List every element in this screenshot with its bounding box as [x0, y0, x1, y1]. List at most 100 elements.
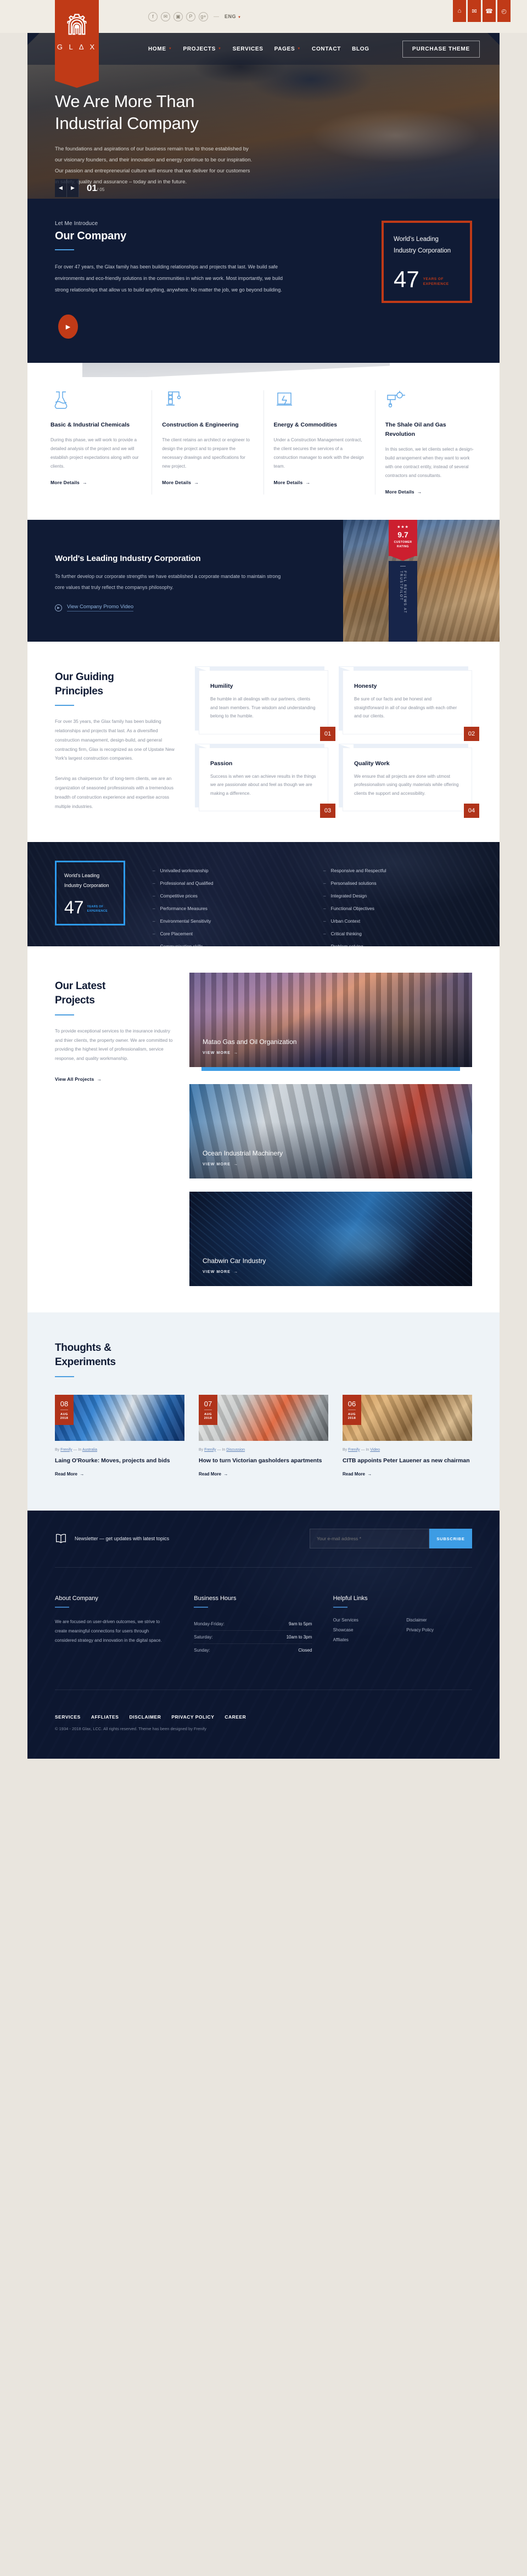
instagram-icon[interactable]: ▣: [173, 12, 183, 21]
company-shadow: [82, 363, 390, 378]
post-title: CITB appoints Peter Lauener as new chair…: [343, 1457, 470, 1464]
pinterest-icon[interactable]: P: [186, 12, 195, 21]
promo-video-link[interactable]: ▶ View Company Promo Video: [55, 604, 316, 612]
principle-card-honesty: Honesty Be sure of our facts and be hone…: [343, 670, 479, 741]
social-links: f ✉ ▣ P g+: [148, 12, 208, 21]
site-logo[interactable]: G L Δ X: [55, 0, 99, 88]
principles-title: Our Guiding Principles: [55, 671, 114, 697]
read-more-link[interactable]: Read More →: [343, 1472, 472, 1477]
service-title: Basic & Industrial Chemicals: [51, 422, 130, 429]
post-author-link[interactable]: Frenify: [348, 1448, 360, 1452]
footer-link-privacy-policy[interactable]: Privacy Policy: [406, 1627, 472, 1632]
corporation-photo: [343, 519, 500, 642]
service-card-chemicals[interactable]: Basic & Industrial Chemicals During this…: [41, 390, 153, 495]
post-author-link[interactable]: Frenify: [60, 1448, 72, 1452]
list-item: – Problem solving: [323, 943, 363, 947]
list-item: – Responsive and Respectful: [323, 867, 386, 873]
service-card-energy[interactable]: Energy & Commodities Under a Constructio…: [264, 390, 375, 495]
nav-item-pages[interactable]: PAGES ▼: [274, 46, 301, 52]
prev-slide-button[interactable]: ◀: [55, 179, 67, 197]
footer-nav-privacy-policy[interactable]: PRIVACY POLICY: [171, 1714, 214, 1720]
google-plus-icon[interactable]: g+: [199, 12, 208, 21]
list-item: – Personalised solutions: [323, 880, 377, 886]
more-details-link[interactable]: More Details →: [385, 489, 476, 495]
project-item[interactable]: Ocean Industrial Machinery VIEW MORE →: [189, 1084, 472, 1179]
service-card-shale[interactable]: The Shale Oil and Gas Revolution In this…: [375, 390, 486, 495]
nav-item-projects[interactable]: PROJECTS ▼: [183, 46, 221, 52]
service-title: The Shale Oil and Gas Revolution: [385, 422, 446, 438]
facebook-icon[interactable]: f: [148, 12, 158, 21]
principle-card-humility: Humility Be humble in all dealings with …: [199, 670, 335, 741]
service-card-construction[interactable]: Construction & Engineering The client re…: [152, 390, 264, 495]
gear-logo-icon: [67, 14, 87, 35]
project-item[interactable]: Chabwin Car Industry VIEW MORE →: [189, 1192, 472, 1287]
footer-link-showcase[interactable]: Showcase: [333, 1627, 399, 1632]
post-category-link[interactable]: Discussion: [226, 1448, 245, 1452]
nav-item-contact[interactable]: CONTACT: [312, 46, 341, 52]
footer-link-disclaimer[interactable]: Disclaimer: [406, 1618, 472, 1623]
principles-paragraph-2: Serving as chairperson for of long-term …: [55, 776, 174, 809]
site-footer: Newsletter — get updates with latest top…: [27, 1510, 500, 1759]
more-details-link[interactable]: More Details →: [274, 480, 365, 485]
clock-icon[interactable]: ◴: [497, 0, 511, 22]
footer-nav-services[interactable]: SERVICES: [55, 1714, 81, 1720]
project-title: Ocean Industrial Machinery: [203, 1149, 283, 1158]
next-slide-button[interactable]: ▶: [67, 179, 79, 197]
footer-link-affliates[interactable]: Affliates: [333, 1637, 399, 1642]
more-details-link[interactable]: More Details →: [162, 480, 253, 485]
principle-title: Humility: [210, 682, 233, 689]
company-paragraph: For over 47 years, the Glax family has b…: [55, 264, 283, 293]
post-author-link[interactable]: Frenify: [204, 1448, 216, 1452]
mail-icon[interactable]: ✉: [468, 0, 481, 22]
read-more-link[interactable]: Read More →: [199, 1472, 328, 1477]
more-details-link[interactable]: More Details →: [51, 480, 142, 485]
twitter-icon[interactable]: ✉: [161, 12, 170, 21]
post-category-link[interactable]: Video: [370, 1448, 380, 1452]
view-all-projects-link[interactable]: View All Projects →: [55, 1076, 173, 1082]
stats-experience-badge: World's Leading Industry Corporation 47 …: [55, 861, 125, 926]
nav-item-home[interactable]: HOME ▼: [148, 46, 172, 52]
blog-section: Thoughts & Experiments 08 AUG 2018 By Fre…: [27, 1312, 500, 1511]
view-more-link[interactable]: VIEW MORE →: [203, 1050, 296, 1055]
purchase-theme-button[interactable]: PURCHASE THEME: [402, 41, 480, 58]
hero-content: We Are More Than Industrial Company The f…: [55, 91, 362, 188]
email-input[interactable]: [310, 1529, 429, 1549]
read-more-link[interactable]: Read More →: [55, 1472, 184, 1477]
principle-text: Be humble in all dealings with our partn…: [210, 696, 316, 719]
project-item[interactable]: Matao Gas and Oil Organization VIEW MORE…: [189, 973, 472, 1071]
view-more-link[interactable]: VIEW MORE →: [203, 1269, 266, 1274]
footer-about: About Company We are focused on user-dri…: [55, 1595, 194, 1657]
language-selector[interactable]: ENG ▼: [225, 14, 241, 19]
play-video-button[interactable]: ▶: [58, 315, 78, 339]
post-category-link[interactable]: Australia: [82, 1448, 97, 1452]
footer-nav: SERVICES AFFLIATES DISCLAIMER PRIVACY PO…: [55, 1714, 472, 1720]
principle-text: We ensure that all projects are done wit…: [354, 773, 459, 796]
nav-item-blog[interactable]: BLOG: [352, 46, 369, 52]
footer-nav-disclaimer[interactable]: DISCLAIMER: [129, 1714, 161, 1720]
footer-nav-career[interactable]: CAREER: [225, 1714, 246, 1720]
blog-post[interactable]: 07 AUG 2018 By Frenify — In Discussion H…: [199, 1394, 328, 1477]
principle-title: Honesty: [354, 682, 377, 689]
chevron-down-icon: ▼: [217, 47, 222, 50]
blog-post[interactable]: 06 AUG 2018 By Frenify — In Video CITB a…: [343, 1394, 472, 1477]
projects-paragraph: To provide exceptional services to the i…: [55, 1028, 173, 1062]
quick-actions: ⌂ ✉ ☎ ◴: [453, 0, 511, 22]
home-icon[interactable]: ⌂: [453, 0, 466, 22]
nav-item-services[interactable]: SERVICES: [233, 46, 264, 52]
trustpilot-ribbon[interactable]: ★★★ 9.7 CUSTOMER RATING FULL REVIEWS AT T…: [389, 519, 417, 642]
footer-link-our-services[interactable]: Our Services: [333, 1618, 399, 1623]
post-thumbnail: 06 AUG 2018: [343, 1394, 472, 1441]
subscribe-button[interactable]: SUBSCRIBE: [429, 1529, 472, 1549]
blog-post[interactable]: 08 AUG 2018 By Frenify — In Australia La…: [55, 1394, 184, 1477]
post-title: How to turn Victorian gasholders apartme…: [199, 1457, 322, 1464]
post-title: Laing O'Rourke: Moves, projects and bids: [55, 1457, 170, 1464]
phone-icon[interactable]: ☎: [483, 0, 496, 22]
footer-nav-affliates[interactable]: AFFLIATES: [91, 1714, 119, 1720]
badge-number: 47: [394, 266, 419, 292]
list-item: – Communication skills: [153, 943, 203, 947]
list-item: – Environmental Sensitivity: [153, 918, 211, 924]
chevron-down-icon: ▼: [297, 47, 301, 50]
post-meta: By Frenify — In Discussion: [199, 1447, 245, 1452]
list-item: – Critical thinking: [323, 930, 362, 936]
view-more-link[interactable]: VIEW MORE →: [203, 1161, 283, 1166]
